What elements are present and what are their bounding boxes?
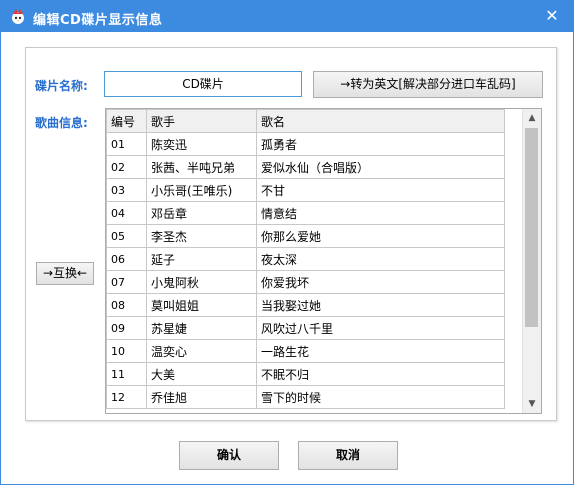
- cell-singer[interactable]: 温奕心: [146, 339, 257, 363]
- cancel-button[interactable]: 取消: [298, 441, 398, 470]
- cell-number[interactable]: 11: [106, 362, 147, 386]
- cell-singer[interactable]: 大美: [146, 362, 257, 386]
- scroll-down-arrow-icon[interactable]: ▼: [523, 395, 541, 413]
- cell-number[interactable]: 01: [106, 132, 147, 156]
- table-row[interactable]: 03 小乐哥(王唯乐) 不甘: [106, 178, 505, 202]
- cell-song[interactable]: 风吹过八千里: [256, 316, 505, 340]
- cell-song[interactable]: 孤勇者: [256, 132, 505, 156]
- column-header-number[interactable]: 编号: [106, 109, 147, 133]
- scroll-up-arrow-icon[interactable]: ▲: [523, 109, 541, 127]
- table-row[interactable]: 08 莫叫姐姐 当我娶过她: [106, 293, 505, 317]
- cell-song[interactable]: 情意结: [256, 201, 505, 225]
- cell-singer[interactable]: 小乐哥(王唯乐): [146, 178, 257, 202]
- cell-song[interactable]: 雪下的时候: [256, 385, 505, 409]
- song-table[interactable]: 编号 歌手 歌名 01 陈奕迅 孤勇者 02 张茜、半吨兄弟 爱似水仙（合唱版） 03 小…: [105, 108, 542, 414]
- table-row[interactable]: 04 邓岳章 情意结: [106, 201, 505, 225]
- song-info-label: 歌曲信息:: [35, 116, 88, 130]
- cell-number[interactable]: 06: [106, 247, 147, 271]
- table-row[interactable]: 07 小鬼阿秋 你爱我坏: [106, 270, 505, 294]
- cell-song[interactable]: 不甘: [256, 178, 505, 202]
- table-row[interactable]: 12 乔佳旭 雪下的时候: [106, 385, 505, 409]
- cell-song[interactable]: 爱似水仙（合唱版）: [256, 155, 505, 179]
- table-row[interactable]: 09 苏星婕 风吹过八千里: [106, 316, 505, 340]
- convert-to-english-button[interactable]: →转为英文[解决部分进口车乱码]: [313, 71, 543, 98]
- app-logo-icon: [12, 9, 24, 24]
- cell-song[interactable]: 不眠不归: [256, 362, 505, 386]
- cell-number[interactable]: 08: [106, 293, 147, 317]
- close-button[interactable]: ✕: [541, 5, 563, 27]
- cell-number[interactable]: 04: [106, 201, 147, 225]
- table-scrollbar[interactable]: ▲ ▼: [522, 109, 541, 413]
- table-row[interactable]: 11 大美 不眠不归: [106, 362, 505, 386]
- cell-singer[interactable]: 邓岳章: [146, 201, 257, 225]
- cell-singer[interactable]: 乔佳旭: [146, 385, 257, 409]
- window-title: 编辑CD碟片显示信息: [33, 13, 163, 28]
- cell-number[interactable]: 10: [106, 339, 147, 363]
- cell-singer[interactable]: 莫叫姐姐: [146, 293, 257, 317]
- table-row[interactable]: 02 张茜、半吨兄弟 爱似水仙（合唱版）: [106, 155, 505, 179]
- cell-song[interactable]: 你爱我坏: [256, 270, 505, 294]
- cell-singer[interactable]: 小鬼阿秋: [146, 270, 257, 294]
- content-panel: 碟片名称: CD碟片 →转为英文[解决部分进口车乱码] 歌曲信息: →互换← 编…: [25, 47, 557, 421]
- cell-singer[interactable]: 苏星婕: [146, 316, 257, 340]
- cell-number[interactable]: 03: [106, 178, 147, 202]
- cell-singer[interactable]: 延子: [146, 247, 257, 271]
- cell-number[interactable]: 02: [106, 155, 147, 179]
- confirm-button[interactable]: 确认: [179, 441, 279, 470]
- cell-number[interactable]: 05: [106, 224, 147, 248]
- table-row[interactable]: 06 延子 夜太深: [106, 247, 505, 271]
- disc-name-label: 碟片名称:: [35, 79, 88, 93]
- cell-song[interactable]: 你那么爱她: [256, 224, 505, 248]
- cell-song[interactable]: 一路生花: [256, 339, 505, 363]
- column-header-song[interactable]: 歌名: [256, 109, 505, 133]
- cell-singer[interactable]: 陈奕迅: [146, 132, 257, 156]
- cell-number[interactable]: 12: [106, 385, 147, 409]
- cell-singer[interactable]: 李圣杰: [146, 224, 257, 248]
- column-header-singer[interactable]: 歌手: [146, 109, 257, 133]
- table-row[interactable]: 05 李圣杰 你那么爱她: [106, 224, 505, 248]
- cell-number[interactable]: 07: [106, 270, 147, 294]
- disc-name-input[interactable]: CD碟片: [104, 71, 302, 97]
- cell-number[interactable]: 09: [106, 316, 147, 340]
- table-header-row: 编号 歌手 歌名: [106, 109, 505, 133]
- scroll-thumb[interactable]: [525, 128, 538, 327]
- cell-song[interactable]: 夜太深: [256, 247, 505, 271]
- swap-button[interactable]: →互换←: [36, 262, 94, 285]
- edit-cd-dialog: 编辑CD碟片显示信息 ✕ 碟片名称: CD碟片 →转为英文[解决部分进口车乱码]…: [0, 0, 574, 485]
- table-row[interactable]: 01 陈奕迅 孤勇者: [106, 132, 505, 156]
- title-bar[interactable]: 编辑CD碟片显示信息 ✕: [1, 1, 573, 32]
- cell-song[interactable]: 当我娶过她: [256, 293, 505, 317]
- cell-singer[interactable]: 张茜、半吨兄弟: [146, 155, 257, 179]
- table-row[interactable]: 10 温奕心 一路生花: [106, 339, 505, 363]
